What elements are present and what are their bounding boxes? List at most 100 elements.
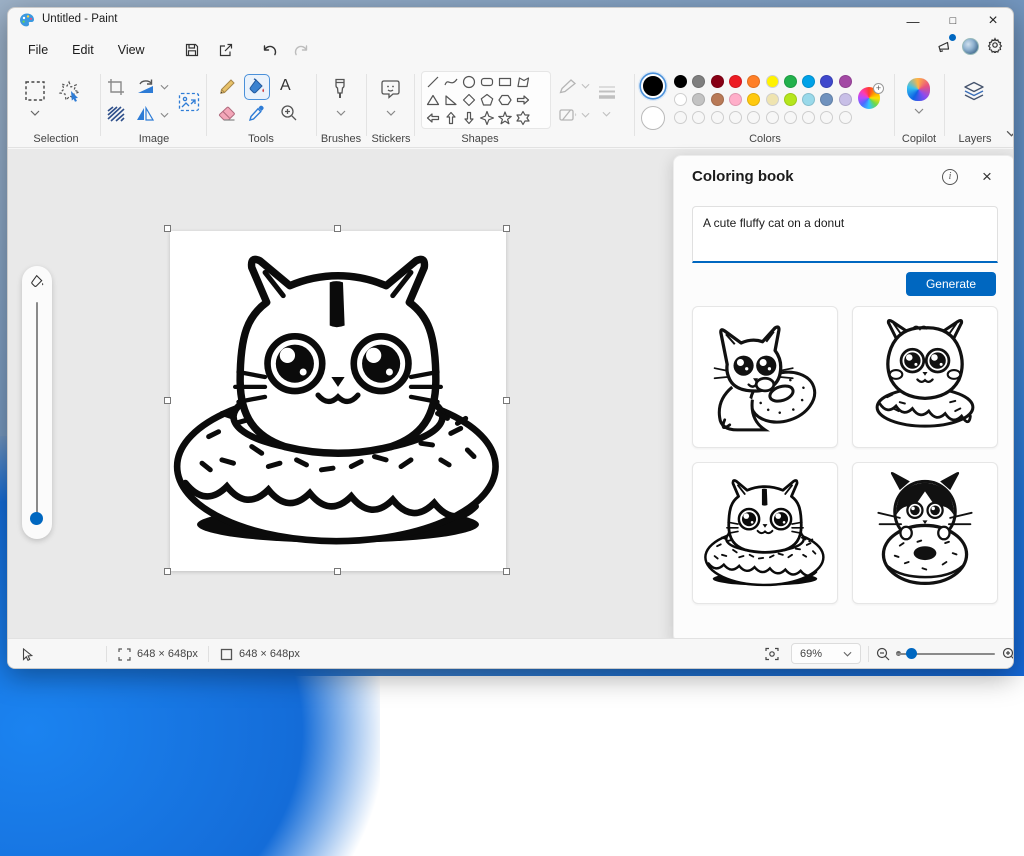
shape-pentagon-icon[interactable] [478,91,496,109]
palette-color-C3C3C3[interactable] [692,93,706,106]
shape-rectangle-icon[interactable] [496,73,514,91]
menu-edit[interactable]: Edit [62,39,104,61]
shape-lightning-icon[interactable] [496,127,514,128]
brushes-icon[interactable] [331,78,349,100]
copilot-icon[interactable] [907,78,930,101]
shape-star-6-icon[interactable] [514,109,532,127]
feedback-icon[interactable] [937,34,956,56]
palette-color-3F48CC[interactable] [820,75,834,88]
resize-handle-n[interactable] [334,225,341,232]
palette-empty-slot-6[interactable] [765,111,779,124]
shape-right-triangle-icon[interactable] [442,91,460,109]
panel-close-icon[interactable]: × [978,167,996,186]
rotate-icon[interactable] [136,78,156,96]
shape-arrow-right-icon[interactable] [514,91,532,109]
share-button[interactable] [211,38,241,62]
close-button[interactable]: × [973,8,1013,34]
undo-button[interactable] [255,38,285,62]
result-thumbnail-2[interactable] [852,306,998,448]
pencil-tool-icon[interactable] [218,78,236,96]
shape-ellipse-icon[interactable] [460,73,478,91]
palette-empty-slot-3[interactable] [710,111,724,124]
zoom-in-button[interactable] [1002,639,1013,668]
fit-to-screen-button[interactable] [765,639,779,668]
shape-line-icon[interactable] [424,73,442,91]
menu-view[interactable]: View [108,39,155,61]
flip-icon[interactable] [136,106,154,122]
palette-color-FFC90E[interactable] [747,93,761,106]
flip-chevron[interactable] [160,112,169,118]
freeform-select-icon[interactable] [58,80,82,102]
fill-tool-icon[interactable] [248,78,266,96]
minimize-button[interactable]: — [893,8,933,34]
palette-color-A349A4[interactable] [838,75,852,88]
palette-color-FF7F27[interactable] [747,75,761,88]
stickers-chevron[interactable] [386,110,396,116]
shape-thickness-icon[interactable] [596,84,618,102]
resize-handle-se[interactable] [503,568,510,575]
drawing-canvas[interactable] [170,231,506,571]
stickers-icon[interactable] [380,79,401,99]
resize-handle-nw[interactable] [164,225,171,232]
zoom-slider-thumb[interactable] [906,648,917,659]
settings-gear-icon[interactable] [987,37,1003,56]
palette-color-880015[interactable] [710,75,724,88]
shape-outline-chevron[interactable] [581,83,590,89]
shape-hexagon-icon[interactable] [496,91,514,109]
result-thumbnail-4[interactable] [852,462,998,604]
shape-polygon-icon[interactable] [514,73,532,91]
shape-fill-icon[interactable] [558,107,578,123]
copilot-chevron[interactable] [914,108,924,114]
color2-swatch[interactable] [641,106,665,130]
palette-color-FFFFFF[interactable] [674,93,687,106]
prompt-input[interactable]: A cute fluffy cat on a donut [692,206,998,263]
text-tool-icon[interactable]: A [280,77,291,95]
maximize-button[interactable]: □ [933,8,973,34]
color1-swatch[interactable] [641,74,665,98]
palette-color-7F7F7F[interactable] [692,75,706,88]
shape-star-5-icon[interactable] [496,109,514,127]
shape-star-4-icon[interactable] [478,109,496,127]
shape-speech-rectangle-icon[interactable] [424,127,442,128]
result-thumbnail-3[interactable] [692,462,838,604]
resize-handle-w[interactable] [164,397,171,404]
resize-handle-sw[interactable] [164,568,171,575]
shape-outline-icon[interactable] [558,78,578,94]
shape-diamond-icon[interactable] [460,91,478,109]
palette-empty-slot-5[interactable] [747,111,761,124]
brushes-chevron[interactable] [336,110,346,116]
shape-fill-chevron[interactable] [581,112,590,118]
palette-color-FFF200[interactable] [765,75,779,88]
palette-color-ED1C24[interactable] [728,75,742,88]
shape-speech-cloud-icon[interactable] [460,127,478,128]
shape-rounded-rectangle-icon[interactable] [478,73,496,91]
rectangle-select-icon[interactable] [24,80,46,102]
rotate-chevron[interactable] [160,84,169,90]
palette-empty-slot-10[interactable] [838,111,852,124]
shape-thickness-chevron[interactable] [602,111,611,117]
shape-curve-icon[interactable] [442,73,460,91]
color-wheel-button[interactable]: + [858,83,884,109]
palette-empty-slot-7[interactable] [783,111,797,124]
size-slider-thumb[interactable] [30,512,43,525]
zoom-out-button[interactable] [876,639,890,668]
eraser-tool-icon[interactable] [218,106,236,122]
layers-icon[interactable] [962,80,986,104]
palette-empty-slot-1[interactable] [674,111,687,124]
ribbon-collapse-chevron[interactable] [1006,130,1013,137]
palette-color-99D9EA[interactable] [802,93,816,106]
palette-color-B5E61D[interactable] [783,93,797,106]
palette-empty-slot-8[interactable] [802,111,816,124]
shape-speech-oval-icon[interactable] [442,127,460,128]
color-picker-tool-icon[interactable] [248,104,266,122]
palette-color-000000[interactable] [674,75,687,88]
palette-color-EFE4B0[interactable] [765,93,779,106]
titlebar[interactable]: Untitled - Paint — □ × [8,8,1013,32]
generate-button[interactable]: Generate [906,272,996,296]
palette-empty-slot-2[interactable] [692,111,706,124]
selection-dropdown-chevron[interactable] [30,110,40,116]
palette-color-7092BE[interactable] [820,93,834,106]
shape-arrow-left-icon[interactable] [424,109,442,127]
account-avatar[interactable] [962,38,979,55]
shape-heart-icon[interactable] [478,127,496,128]
